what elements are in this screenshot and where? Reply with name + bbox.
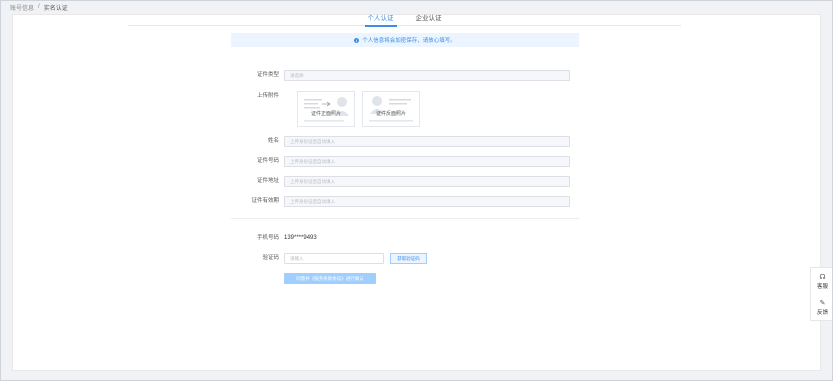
phone-value: 139****9493 xyxy=(284,235,317,241)
cert-validity-label: 证件有效期 xyxy=(251,198,279,204)
pencil-icon: ✎ xyxy=(819,300,826,307)
service-button[interactable]: ☊ 客服 xyxy=(811,274,833,290)
verification-card xyxy=(12,14,821,371)
cert-number-field[interactable]: 上传身份证后自动填入 xyxy=(284,156,570,167)
feedback-button[interactable]: ✎ 反馈 xyxy=(811,300,833,316)
cert-validity-field[interactable]: 上传身份证后自动填入 xyxy=(284,196,570,207)
phone-row: 手机号码 139****9493 xyxy=(231,233,579,244)
get-code-button[interactable]: 获取验证码 xyxy=(390,253,427,264)
breadcrumb-separator: / xyxy=(38,4,40,10)
cert-validity-row: 证件有效期 上传身份证后自动填入 xyxy=(231,196,579,207)
float-panel: ☊ 客服 ✎ 反馈 xyxy=(810,267,833,321)
breadcrumb-current: 实名认证 xyxy=(43,5,68,12)
name-label: 姓名 xyxy=(267,138,279,144)
cert-type-select[interactable]: 请选择 xyxy=(284,70,570,81)
breadcrumb: 账号信息 / 实名认证 xyxy=(10,2,68,12)
submit-button[interactable]: 同意并《服务条款协议》进行确认 xyxy=(284,273,376,284)
feedback-label: 反馈 xyxy=(816,310,828,316)
cert-number-row: 证件号码 上传身份证后自动填入 xyxy=(231,156,579,167)
cert-type-label: 证件类型 xyxy=(256,72,279,78)
upload-label: 上传附件 xyxy=(256,93,279,99)
notice-text: 个人信息将会加密保存，请放心填写。 xyxy=(362,38,456,44)
upload-back-caption: 证件反面照片 xyxy=(375,111,406,117)
upload-front-card[interactable]: 证件正面照片 xyxy=(297,91,355,127)
cert-address-field[interactable]: 上传身份证后自动填入 xyxy=(284,176,570,187)
cert-address-label: 证件地址 xyxy=(256,178,279,184)
notice-banner: i 个人信息将会加密保存，请放心填写。 xyxy=(231,33,579,47)
name-row: 姓名 上传身份证后自动填入 xyxy=(231,136,579,147)
tab-bar: 个人认证 企业认证 xyxy=(128,8,681,27)
upload-row: 上传附件 证件正面照片 证件反面照片 xyxy=(231,91,579,131)
breadcrumb-parent[interactable]: 账号信息 xyxy=(10,3,34,12)
service-label: 客服 xyxy=(816,284,828,290)
form-divider xyxy=(231,218,579,219)
upload-back-card[interactable]: 证件反面照片 xyxy=(362,91,420,127)
info-icon: i xyxy=(354,37,360,43)
cert-address-row: 证件地址 上传身份证后自动填入 xyxy=(231,176,579,187)
headset-icon: ☊ xyxy=(819,274,826,281)
tab-enterprise[interactable]: 企业认证 xyxy=(416,8,442,26)
code-row: 验证码 请输入 获取验证码 xyxy=(231,253,579,264)
upload-front-caption: 证件正面照片 xyxy=(310,111,341,117)
code-input[interactable]: 请输入 xyxy=(284,253,384,264)
name-field[interactable]: 上传身份证后自动填入 xyxy=(284,136,570,147)
cert-type-row: 证件类型 请选择 xyxy=(231,70,579,81)
cert-number-label: 证件号码 xyxy=(256,158,279,164)
tab-personal[interactable]: 个人认证 xyxy=(364,8,397,27)
phone-label: 手机号码 xyxy=(256,235,279,241)
code-label: 验证码 xyxy=(262,255,279,261)
